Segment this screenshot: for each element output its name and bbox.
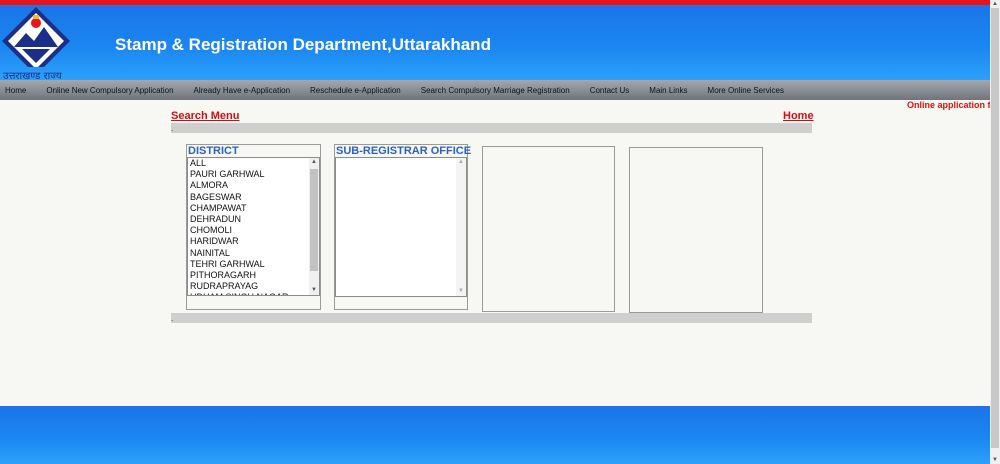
page-scrollbar[interactable]: ▲ ▼	[990, 0, 1000, 464]
sub-registrar-title: SUB-REGISTRAR OFFICE	[336, 145, 472, 157]
nav-reschedule-e-application[interactable]: Reschedule e-Application	[300, 86, 411, 95]
nav-more-online-services[interactable]: More Online Services	[698, 86, 794, 95]
search-menu-link[interactable]: Search Menu	[171, 110, 239, 122]
site-title: Stamp & Registration Department,Uttarakh…	[115, 35, 491, 54]
district-option[interactable]: TEHRI GARHWAL	[188, 259, 319, 270]
nav-main-links[interactable]: Main Links	[639, 86, 697, 95]
uttarakhand-emblem-logo[interactable]: उत्तराखण्ड राज्य	[0, 5, 72, 82]
sub-registrar-panel: SUB-REGISTRAR OFFICE ▲ ▼	[334, 144, 472, 310]
district-listbox[interactable]: ALL PAURI GARHWAL ALMORA BAGESWAR CHAMPAWAT D…	[187, 157, 320, 296]
district-option[interactable]: BAGESWAR	[188, 192, 319, 203]
main-nav-bar: Home Online New Compulsory Application A…	[0, 80, 990, 100]
district-title: DISTRICT	[188, 145, 239, 157]
bottom-divider-bar: .	[171, 313, 812, 323]
page-scroll-thumb[interactable]	[991, 8, 999, 448]
district-scrollbar[interactable]: ▲ ▼	[309, 158, 319, 295]
district-option[interactable]: ALMORA	[188, 180, 319, 191]
scroll-up-icon[interactable]: ▲	[456, 158, 466, 167]
district-option[interactable]: ALL	[188, 158, 319, 169]
empty-panel-4	[629, 147, 763, 313]
nav-search-marriage-registration[interactable]: Search Compulsory Marriage Registration	[411, 86, 580, 95]
scrolling-announcement[interactable]: Online application f	[907, 100, 990, 110]
nav-online-new-compulsory-application[interactable]: Online New Compulsory Application	[36, 86, 183, 95]
site-header: उत्तराखण्ड राज्य Stamp & Registration De…	[0, 5, 990, 82]
district-option[interactable]: RUDRAPRAYAG	[188, 281, 319, 292]
scroll-down-icon[interactable]: ▼	[990, 456, 1000, 464]
district-option[interactable]: CHOMOLI	[188, 225, 319, 236]
divider-dot: .	[171, 124, 174, 133]
divider-dot: .	[171, 314, 174, 323]
home-link[interactable]: Home	[783, 110, 814, 122]
scroll-down-icon[interactable]: ▼	[309, 286, 319, 295]
district-panel: DISTRICT ALL PAURI GARHWAL ALMORA BAGESWAR C…	[186, 144, 321, 310]
district-option[interactable]: PITHORAGARH	[188, 270, 319, 281]
nav-contact-us[interactable]: Contact Us	[580, 86, 640, 95]
district-option[interactable]: DEHRADUN	[188, 214, 319, 225]
district-option[interactable]: UDHAM SINGH NAGAR	[188, 292, 319, 295]
district-option[interactable]: HARIDWAR	[188, 236, 319, 247]
district-options: ALL PAURI GARHWAL ALMORA BAGESWAR CHAMPAWAT D…	[188, 158, 319, 295]
scroll-up-icon[interactable]: ▲	[990, 0, 1000, 8]
nav-already-have-e-application[interactable]: Already Have e-Application	[184, 86, 301, 95]
district-option[interactable]: PAURI GARHWAL	[188, 169, 319, 180]
scroll-up-icon[interactable]: ▲	[309, 158, 319, 167]
district-option[interactable]: CHAMPAWAT	[188, 203, 319, 214]
sub-registrar-scrollbar[interactable]: ▲ ▼	[456, 158, 466, 296]
sub-registrar-listbox[interactable]: ▲ ▼	[335, 157, 467, 297]
scroll-thumb[interactable]	[310, 169, 318, 271]
nav-home[interactable]: Home	[0, 86, 36, 95]
empty-panel-3	[482, 146, 615, 312]
scroll-down-icon[interactable]: ▼	[456, 287, 466, 296]
top-divider-bar: .	[171, 123, 812, 133]
district-option[interactable]: NAINITAL	[188, 248, 319, 259]
site-footer	[0, 406, 990, 464]
